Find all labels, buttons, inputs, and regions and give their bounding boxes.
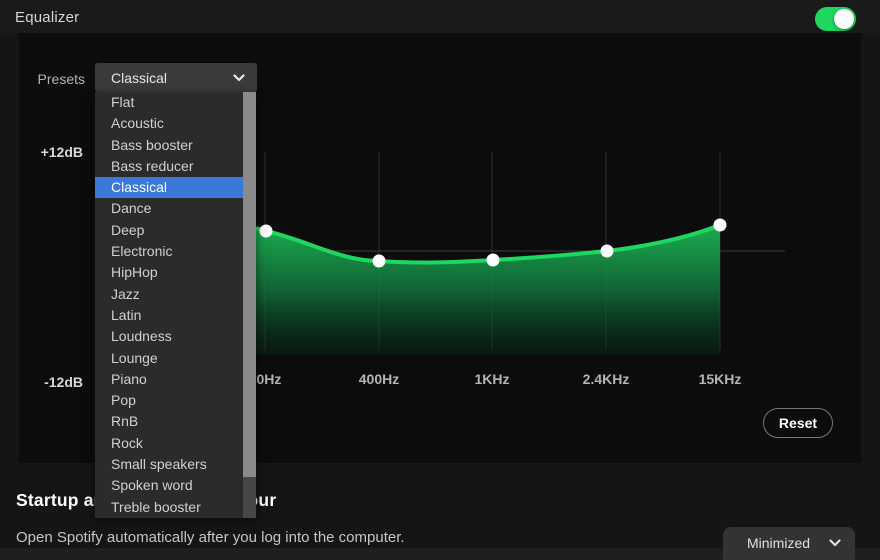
dropdown-scrollbar-thumb[interactable]	[243, 92, 256, 477]
settings-page: Equalizer	[0, 0, 880, 560]
preset-option-electronic[interactable]: Electronic	[95, 241, 243, 262]
preset-option-rnb[interactable]: RnB	[95, 411, 243, 432]
eq-handle-2.4khz[interactable]	[601, 245, 614, 258]
preset-option-latin[interactable]: Latin	[95, 305, 243, 326]
preset-option-piano[interactable]: Piano	[95, 369, 243, 390]
gain-label-minus12db: -12dB	[19, 374, 83, 390]
presets-selected-value: Classical	[111, 70, 167, 86]
eq-handle-15khz[interactable]	[714, 219, 727, 232]
gain-label-plus12db: +12dB	[19, 144, 83, 160]
preset-option-treble-booster[interactable]: Treble booster	[95, 497, 243, 518]
presets-select[interactable]: Classical	[95, 63, 257, 92]
preset-option-rock[interactable]: Rock	[95, 433, 243, 454]
preset-option-lounge[interactable]: Lounge	[95, 348, 243, 369]
eq-handle-400hz[interactable]	[373, 255, 386, 268]
preset-option-jazz[interactable]: Jazz	[95, 284, 243, 305]
equalizer-section-title: Equalizer	[15, 9, 79, 26]
window-mode-select[interactable]: Minimized	[723, 527, 855, 560]
freq-label-15khz: 15KHz	[699, 371, 742, 387]
chevron-down-icon	[233, 74, 245, 82]
preset-option-small-speakers[interactable]: Small speakers	[95, 454, 243, 475]
preset-option-hiphop[interactable]: HipHop	[95, 262, 243, 283]
preset-option-bass-reducer[interactable]: Bass reducer	[95, 156, 243, 177]
eq-handle-60hz[interactable]	[260, 225, 273, 238]
reset-button[interactable]: Reset	[763, 408, 833, 438]
equalizer-toggle[interactable]	[815, 7, 856, 31]
preset-option-classical[interactable]: Classical	[95, 177, 243, 198]
preset-option-dance[interactable]: Dance	[95, 198, 243, 219]
freq-label-400hz: 400Hz	[359, 371, 399, 387]
preset-option-flat[interactable]: Flat	[95, 92, 243, 113]
preset-option-acoustic[interactable]: Acoustic	[95, 113, 243, 134]
preset-options: Flat Acoustic Bass booster Bass reducer …	[95, 92, 243, 518]
preset-option-spoken-word[interactable]: Spoken word	[95, 475, 243, 496]
startup-description: Open Spotify automatically after you log…	[16, 529, 405, 546]
presets-label: Presets	[19, 71, 85, 87]
freq-label-1khz: 1KHz	[474, 371, 509, 387]
eq-handle-1khz[interactable]	[487, 254, 500, 267]
preset-option-pop[interactable]: Pop	[95, 390, 243, 411]
equalizer-header-row: Equalizer	[0, 0, 880, 33]
freq-label-2.4khz: 2.4KHz	[583, 371, 630, 387]
window-mode-selected-value: Minimized	[747, 535, 810, 551]
chevron-down-icon	[829, 539, 841, 547]
preset-option-bass-booster[interactable]: Bass booster	[95, 135, 243, 156]
dropdown-scrollbar[interactable]	[243, 92, 256, 518]
preset-option-deep[interactable]: Deep	[95, 220, 243, 241]
presets-dropdown-list: Flat Acoustic Bass booster Bass reducer …	[95, 92, 256, 518]
toggle-knob	[834, 9, 854, 29]
preset-option-loudness[interactable]: Loudness	[95, 326, 243, 347]
